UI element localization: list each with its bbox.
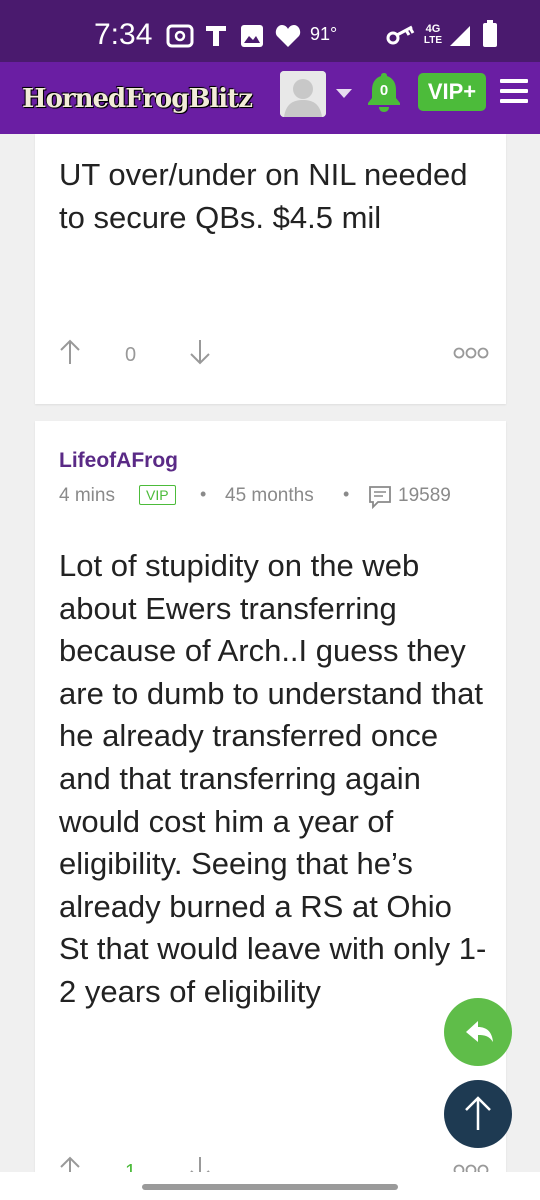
meta-separator: • bbox=[343, 484, 350, 504]
post-author[interactable]: LifeofAFrog bbox=[59, 449, 178, 473]
more-icon[interactable] bbox=[453, 346, 489, 360]
status-bar: 7:34 91° 4G LTE bbox=[0, 0, 540, 62]
gesture-handle[interactable] bbox=[142, 1184, 398, 1190]
reply-button[interactable] bbox=[444, 998, 512, 1066]
comment-icon bbox=[369, 486, 391, 509]
menu-icon[interactable] bbox=[500, 79, 528, 103]
cast-icon bbox=[166, 24, 194, 48]
key-icon bbox=[386, 25, 415, 45]
t-icon bbox=[206, 26, 226, 46]
post-card: UT over/under on NIL needed to secure QB… bbox=[35, 134, 506, 404]
upvote-icon[interactable] bbox=[59, 338, 81, 366]
member-duration: 45 months bbox=[225, 485, 314, 506]
avatar-placeholder-icon bbox=[280, 71, 326, 117]
vip-plus-button[interactable]: VIP+ bbox=[418, 73, 486, 111]
reply-icon bbox=[466, 1021, 493, 1042]
scroll-to-top-button[interactable] bbox=[444, 1080, 512, 1148]
image-icon bbox=[241, 25, 263, 47]
post-count: 19589 bbox=[398, 485, 451, 506]
status-time: 7:34 bbox=[94, 18, 153, 51]
downvote-icon[interactable] bbox=[189, 338, 211, 366]
vote-score: 0 bbox=[125, 344, 137, 366]
account-dropdown-caret[interactable] bbox=[336, 89, 352, 98]
arrow-up-icon bbox=[465, 1096, 491, 1130]
notification-count: 0 bbox=[379, 82, 389, 99]
site-logo[interactable]: HornedFrogBlitz bbox=[22, 84, 270, 114]
post-card: LifeofAFrog 4 mins VIP • 45 months • 195… bbox=[35, 421, 506, 1183]
post-body: Lot of stupidity on the web about Ewers … bbox=[59, 548, 487, 1009]
vote-row: 0 bbox=[59, 334, 489, 374]
vip-badge: VIP bbox=[139, 485, 176, 505]
status-temperature: 91° bbox=[310, 24, 338, 44]
post-time: 4 mins bbox=[59, 485, 115, 506]
network-indicator: 4G LTE bbox=[423, 23, 443, 47]
avatar[interactable] bbox=[280, 71, 326, 117]
signal-icon bbox=[450, 26, 470, 46]
battery-icon bbox=[483, 20, 497, 47]
notifications-button[interactable]: 0 bbox=[364, 71, 404, 118]
meta-separator: • bbox=[200, 484, 207, 504]
post-body: UT over/under on NIL needed to secure QB… bbox=[59, 157, 468, 235]
heart-icon bbox=[275, 25, 301, 47]
